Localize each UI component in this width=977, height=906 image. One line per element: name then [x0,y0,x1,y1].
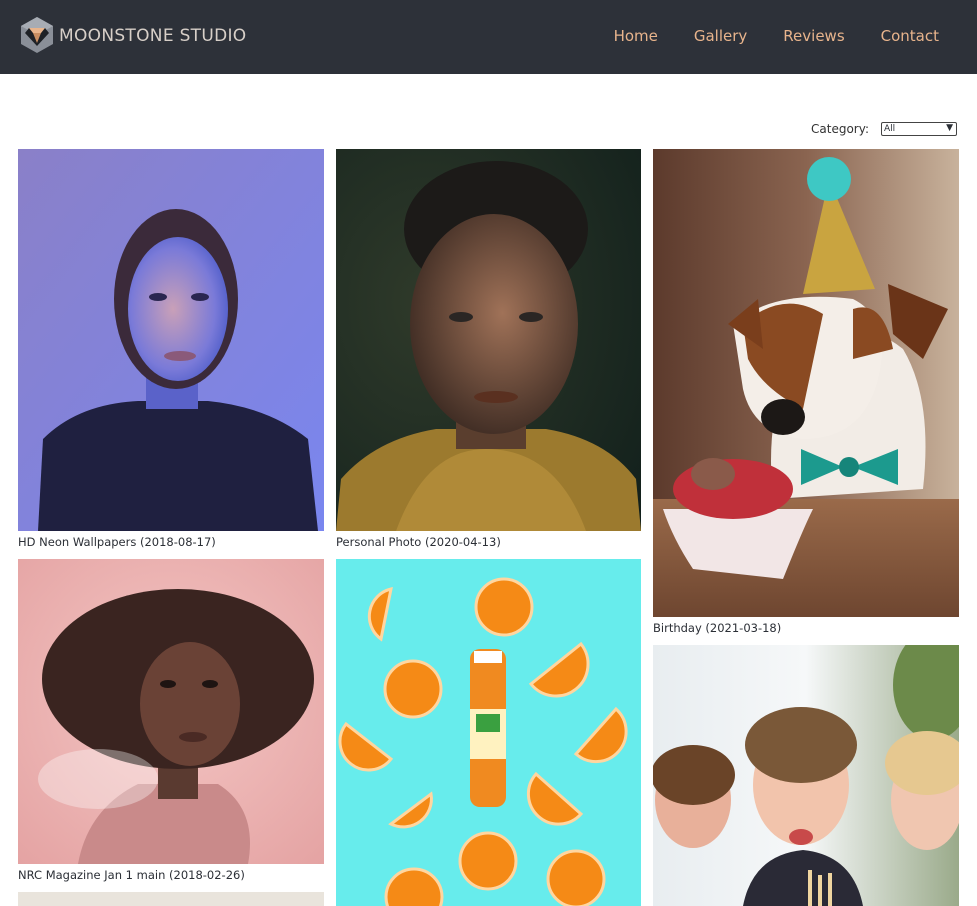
gem-logo-icon[interactable] [20,16,54,54]
brand-name[interactable]: MOONSTONE STUDIO [59,26,246,46]
category-select[interactable]: All ▼ [881,122,957,136]
gallery-photo[interactable] [336,559,641,906]
category-filter: Category: All ▼ [811,122,957,136]
nav-gallery-link[interactable]: Gallery [694,27,747,45]
gallery-item[interactable] [336,559,641,906]
gallery-item[interactable] [18,892,324,906]
gallery-item[interactable]: HD Neon Wallpapers (2018-08-17) [18,149,324,551]
gallery-item[interactable]: NRC Magazine Jan 1 main (2018-02-26) [18,559,324,885]
gallery-photo[interactable] [336,149,641,531]
gallery-item[interactable]: Birthday (2021-03-18) [653,149,959,637]
gallery-photo[interactable] [18,559,324,864]
nav-reviews-link[interactable]: Reviews [783,27,844,45]
gallery-caption: Personal Photo (2020-04-13) [336,535,501,549]
nav-home-link[interactable]: Home [614,27,658,45]
nav-contact-link[interactable]: Contact [881,27,939,45]
gallery-caption: NRC Magazine Jan 1 main (2018-02-26) [18,868,245,882]
chevron-down-icon: ▼ [946,123,953,133]
gallery-item[interactable]: Personal Photo (2020-04-13) [336,149,641,551]
category-label: Category: [811,122,869,136]
gallery-photo[interactable] [18,892,324,906]
category-selected-value: All [884,124,896,134]
main-nav: Home Gallery Reviews Contact [578,27,939,45]
gallery-caption: Birthday (2021-03-18) [653,621,782,635]
gallery-item[interactable] [653,645,959,906]
gallery-photo[interactable] [653,149,959,617]
site-header: MOONSTONE STUDIO Home Gallery Reviews Co… [0,0,977,74]
gallery-photo[interactable] [653,645,959,906]
gallery-caption: HD Neon Wallpapers (2018-08-17) [18,535,216,549]
gallery-photo[interactable] [18,149,324,531]
